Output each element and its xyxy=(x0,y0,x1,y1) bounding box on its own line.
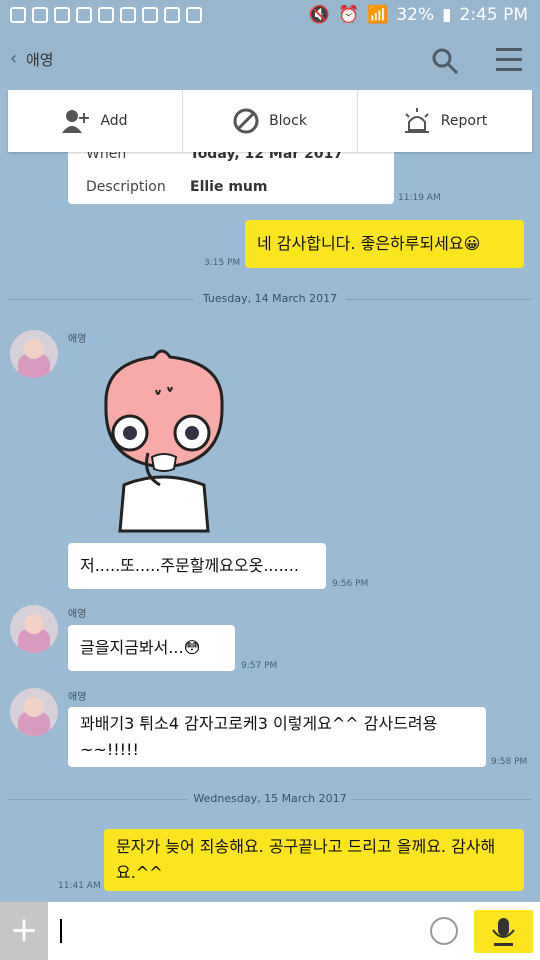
avatar[interactable] xyxy=(10,605,58,653)
block-button[interactable]: Block xyxy=(183,90,358,152)
emoji-icon[interactable] xyxy=(430,917,458,945)
report-button[interactable]: Report xyxy=(358,90,532,152)
avatar[interactable] xyxy=(10,688,58,736)
sync-icon xyxy=(186,7,202,23)
report-icon xyxy=(404,108,429,133)
add-label: Add xyxy=(100,113,128,129)
message-time: 11:19 AM xyxy=(398,193,441,203)
chrome-icon xyxy=(98,7,114,23)
sender-name: 애영 xyxy=(68,609,87,620)
message-input[interactable] xyxy=(60,919,62,943)
description-row: Description Ellie mum xyxy=(86,179,267,195)
sync-icon xyxy=(54,7,70,23)
status-right: 🔇 ⏰ 📶 32% ▮ 2:45 PM xyxy=(309,5,528,25)
message-bubble[interactable]: 꽈배기3 튀소4 감자고로케3 이렇게요^^ 감사드려용~~!!!!! xyxy=(68,707,486,767)
block-label: Block xyxy=(269,113,307,129)
my-message-bubble[interactable]: 네 감사합니다. 좋은하루되세요😀 xyxy=(245,220,524,268)
chat-header: ‹ 애영 xyxy=(0,32,540,88)
description-value: Ellie mum xyxy=(190,179,268,195)
add-friend-icon xyxy=(62,110,90,133)
settings-icon xyxy=(120,7,136,23)
chat-title: 애영 xyxy=(26,51,54,69)
menu-icon[interactable] xyxy=(496,48,522,72)
clock: 2:45 PM xyxy=(459,5,529,25)
date-separator: Wednesday, 15 March 2017 xyxy=(8,790,532,810)
map-icon xyxy=(164,7,180,23)
emoticon-sticker[interactable] xyxy=(84,345,242,535)
message-time: 11:41 AM xyxy=(58,881,101,891)
action-bar: Add Block Report xyxy=(8,90,532,152)
add-friend-button[interactable]: Add xyxy=(8,90,183,152)
battery-percent: 32% xyxy=(396,5,435,25)
back-button[interactable]: ‹ xyxy=(10,48,17,69)
date-label: Tuesday, 14 March 2017 xyxy=(202,292,338,305)
wifi-icon: 📶 xyxy=(367,5,389,25)
message-bubble[interactable]: 저.....또.....주문할께요오옷....... xyxy=(68,543,326,589)
microphone-icon xyxy=(492,918,515,946)
sync-icon xyxy=(76,7,92,23)
sender-name: 애영 xyxy=(68,692,87,703)
description-label: Description xyxy=(86,179,166,195)
message-input-bar: + xyxy=(0,902,540,960)
status-bar: 🔇 ⏰ 📶 32% ▮ 2:45 PM xyxy=(0,0,540,32)
date-separator: Tuesday, 14 March 2017 xyxy=(8,290,532,310)
app-icon xyxy=(32,7,48,23)
message-time: 3:15 PM xyxy=(204,258,241,268)
avatar[interactable] xyxy=(10,330,58,378)
gallery-icon xyxy=(10,7,26,23)
date-label: Wednesday, 15 March 2017 xyxy=(193,792,347,805)
battery-icon: ▮ xyxy=(442,5,452,25)
message-time: 9:56 PM xyxy=(332,579,369,589)
sender-name: 애영 xyxy=(68,334,87,345)
mute-icon: 🔇 xyxy=(308,5,330,25)
attach-plus-button[interactable]: + xyxy=(0,902,48,960)
mail-icon xyxy=(142,7,158,23)
my-message-bubble[interactable]: 문자가 늦어 죄송해요. 공구끝나고 드리고 올께요. 감사해요.^^ xyxy=(104,829,524,891)
message-time: 9:58 PM xyxy=(491,757,528,767)
voice-record-button[interactable] xyxy=(474,910,533,953)
search-icon[interactable] xyxy=(430,46,460,76)
message-bubble[interactable]: 글을지금봐서...😳 xyxy=(68,625,235,671)
alarm-icon: ⏰ xyxy=(338,5,360,25)
message-time: 9:57 PM xyxy=(241,661,278,671)
report-label: Report xyxy=(440,113,488,129)
block-icon xyxy=(233,108,259,134)
notification-icons xyxy=(10,7,202,23)
